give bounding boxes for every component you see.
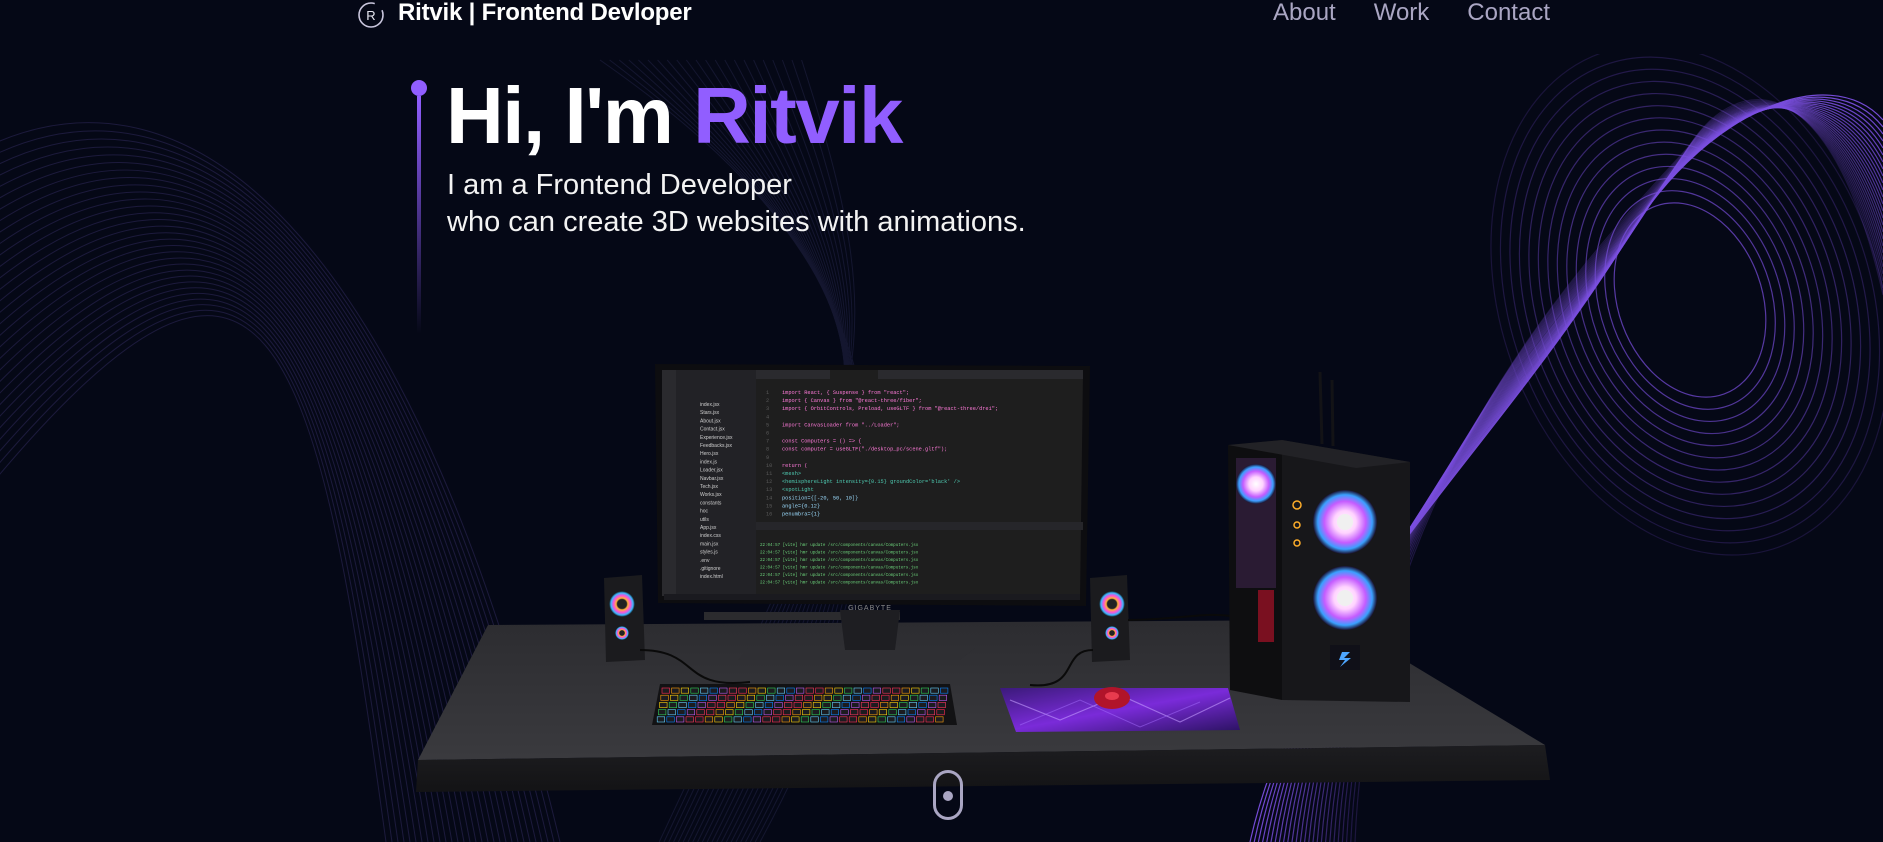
svg-text:const computer = useGLTF("./de: const computer = useGLTF("./desktop_pc/s… bbox=[782, 447, 947, 453]
svg-text:7: 7 bbox=[766, 439, 769, 445]
svg-text:6: 6 bbox=[766, 431, 769, 437]
svg-text:import React, { Suspense } fro: import React, { Suspense } from "react"; bbox=[782, 390, 909, 396]
svg-text:constants: constants bbox=[700, 500, 722, 506]
nav-link-work[interactable]: Work bbox=[1374, 0, 1430, 26]
svg-text:2: 2 bbox=[766, 398, 769, 404]
brand-link[interactable]: R Ritvik | Frontend Devloper bbox=[356, 0, 692, 28]
mouse bbox=[1094, 687, 1130, 709]
pc-tower bbox=[1228, 371, 1410, 702]
svg-text:index.css: index.css bbox=[700, 533, 721, 539]
svg-text:utils: utils bbox=[700, 517, 709, 523]
svg-text:import { OrbitControls, Preloa: import { OrbitControls, Preload, useGLTF… bbox=[782, 406, 998, 412]
nav-link-about[interactable]: About bbox=[1273, 0, 1336, 26]
svg-text:<hemisphereLight intensity={0.: <hemisphereLight intensity={0.15} ground… bbox=[782, 479, 960, 485]
brand-title: Ritvik | Frontend Devloper bbox=[398, 0, 692, 26]
monitor: index.jsx Stars.jsx About.jsx Contact.jsx Ex… bbox=[655, 364, 1090, 660]
svg-text:position={[-20, 50, 10]}: position={[-20, 50, 10]} bbox=[782, 495, 858, 501]
svg-text:index.html: index.html bbox=[700, 574, 723, 580]
svg-text:.gitignore: .gitignore bbox=[700, 566, 721, 572]
computer-setup-canvas[interactable]: index.jsx Stars.jsx About.jsx Contact.jsx Ex… bbox=[0, 0, 1883, 842]
right-speaker bbox=[1090, 575, 1130, 662]
nav-link-contact[interactable]: Contact bbox=[1467, 0, 1550, 26]
svg-text:index.jsx: index.jsx bbox=[700, 402, 720, 408]
svg-text:4: 4 bbox=[766, 414, 769, 420]
svg-text:22:04:57 [vite] hmr update /sr: 22:04:57 [vite] hmr update /src/componen… bbox=[760, 543, 919, 548]
svg-text:R: R bbox=[366, 8, 375, 23]
svg-text:10: 10 bbox=[766, 463, 772, 469]
svg-text:5: 5 bbox=[766, 422, 769, 428]
svg-text:14: 14 bbox=[766, 495, 772, 501]
svg-text:const Computers = () => {: const Computers = () => { bbox=[782, 439, 861, 445]
svg-text:About.jsx: About.jsx bbox=[700, 418, 721, 424]
svg-text:Tech.jsx: Tech.jsx bbox=[700, 484, 719, 490]
svg-text:Experience.jsx: Experience.jsx bbox=[700, 435, 733, 441]
svg-text:<spotLight: <spotLight bbox=[782, 487, 814, 493]
logo-icon: R bbox=[358, 2, 384, 28]
svg-text:13: 13 bbox=[766, 487, 772, 493]
svg-text:hoc: hoc bbox=[700, 509, 709, 515]
svg-text:import CanvasLoader from "../L: import CanvasLoader from "../Loader"; bbox=[782, 422, 900, 428]
left-speaker bbox=[604, 575, 645, 662]
svg-text:Works.jsx: Works.jsx bbox=[700, 492, 722, 498]
svg-text:Hero.jsx: Hero.jsx bbox=[700, 451, 719, 457]
svg-text:penumbra={1}: penumbra={1} bbox=[782, 512, 820, 518]
svg-text:1: 1 bbox=[766, 390, 769, 396]
svg-text:GIGABYTE: GIGABYTE bbox=[848, 605, 892, 612]
scroll-down-indicator[interactable] bbox=[933, 770, 963, 820]
svg-text:Contact.jsx: Contact.jsx bbox=[700, 427, 725, 433]
svg-text:16: 16 bbox=[766, 512, 772, 518]
keyboard bbox=[652, 684, 957, 725]
svg-text:App.jsx: App.jsx bbox=[700, 525, 717, 531]
svg-text:22:04:57 [vite] hmr update /sr: 22:04:57 [vite] hmr update /src/componen… bbox=[760, 558, 919, 563]
svg-text:9: 9 bbox=[766, 455, 769, 461]
svg-text:angle={0.12}: angle={0.12} bbox=[782, 503, 820, 509]
svg-text:22:04:57 [vite] hmr update /sr: 22:04:57 [vite] hmr update /src/componen… bbox=[760, 566, 919, 571]
svg-text:8: 8 bbox=[766, 447, 769, 453]
svg-text:return (: return ( bbox=[782, 463, 807, 469]
svg-text:22:04:57 [vite] hmr update /sr: 22:04:57 [vite] hmr update /src/componen… bbox=[760, 551, 919, 556]
svg-text:styles.js: styles.js bbox=[700, 550, 718, 556]
svg-text:Loader.jsx: Loader.jsx bbox=[700, 468, 723, 474]
svg-text:15: 15 bbox=[766, 503, 772, 509]
navbar: R Ritvik | Frontend Devloper About Work … bbox=[0, 0, 1883, 54]
svg-text:11: 11 bbox=[766, 471, 772, 477]
svg-text:index.js: index.js bbox=[700, 459, 717, 465]
scroll-dot-icon bbox=[943, 791, 953, 801]
svg-text:Navbar.jsx: Navbar.jsx bbox=[700, 476, 724, 482]
svg-text:.env: .env bbox=[700, 558, 710, 564]
svg-text:Feedbacks.jsx: Feedbacks.jsx bbox=[700, 443, 732, 449]
svg-text:Stars.jsx: Stars.jsx bbox=[700, 410, 720, 416]
svg-text:import { Canvas } from "@react: import { Canvas } from "@react-three/fib… bbox=[782, 398, 922, 404]
svg-text:main.jsx: main.jsx bbox=[700, 541, 719, 547]
svg-text:3: 3 bbox=[766, 406, 769, 412]
svg-text:22:04:57 [vite] hmr update /sr: 22:04:57 [vite] hmr update /src/componen… bbox=[760, 581, 919, 586]
svg-text:12: 12 bbox=[766, 479, 772, 485]
svg-text:22:04:57 [vite] hmr update /sr: 22:04:57 [vite] hmr update /src/componen… bbox=[760, 573, 919, 578]
svg-text:<mesh>: <mesh> bbox=[782, 471, 801, 477]
nav-links: About Work Contact bbox=[1273, 0, 1550, 26]
